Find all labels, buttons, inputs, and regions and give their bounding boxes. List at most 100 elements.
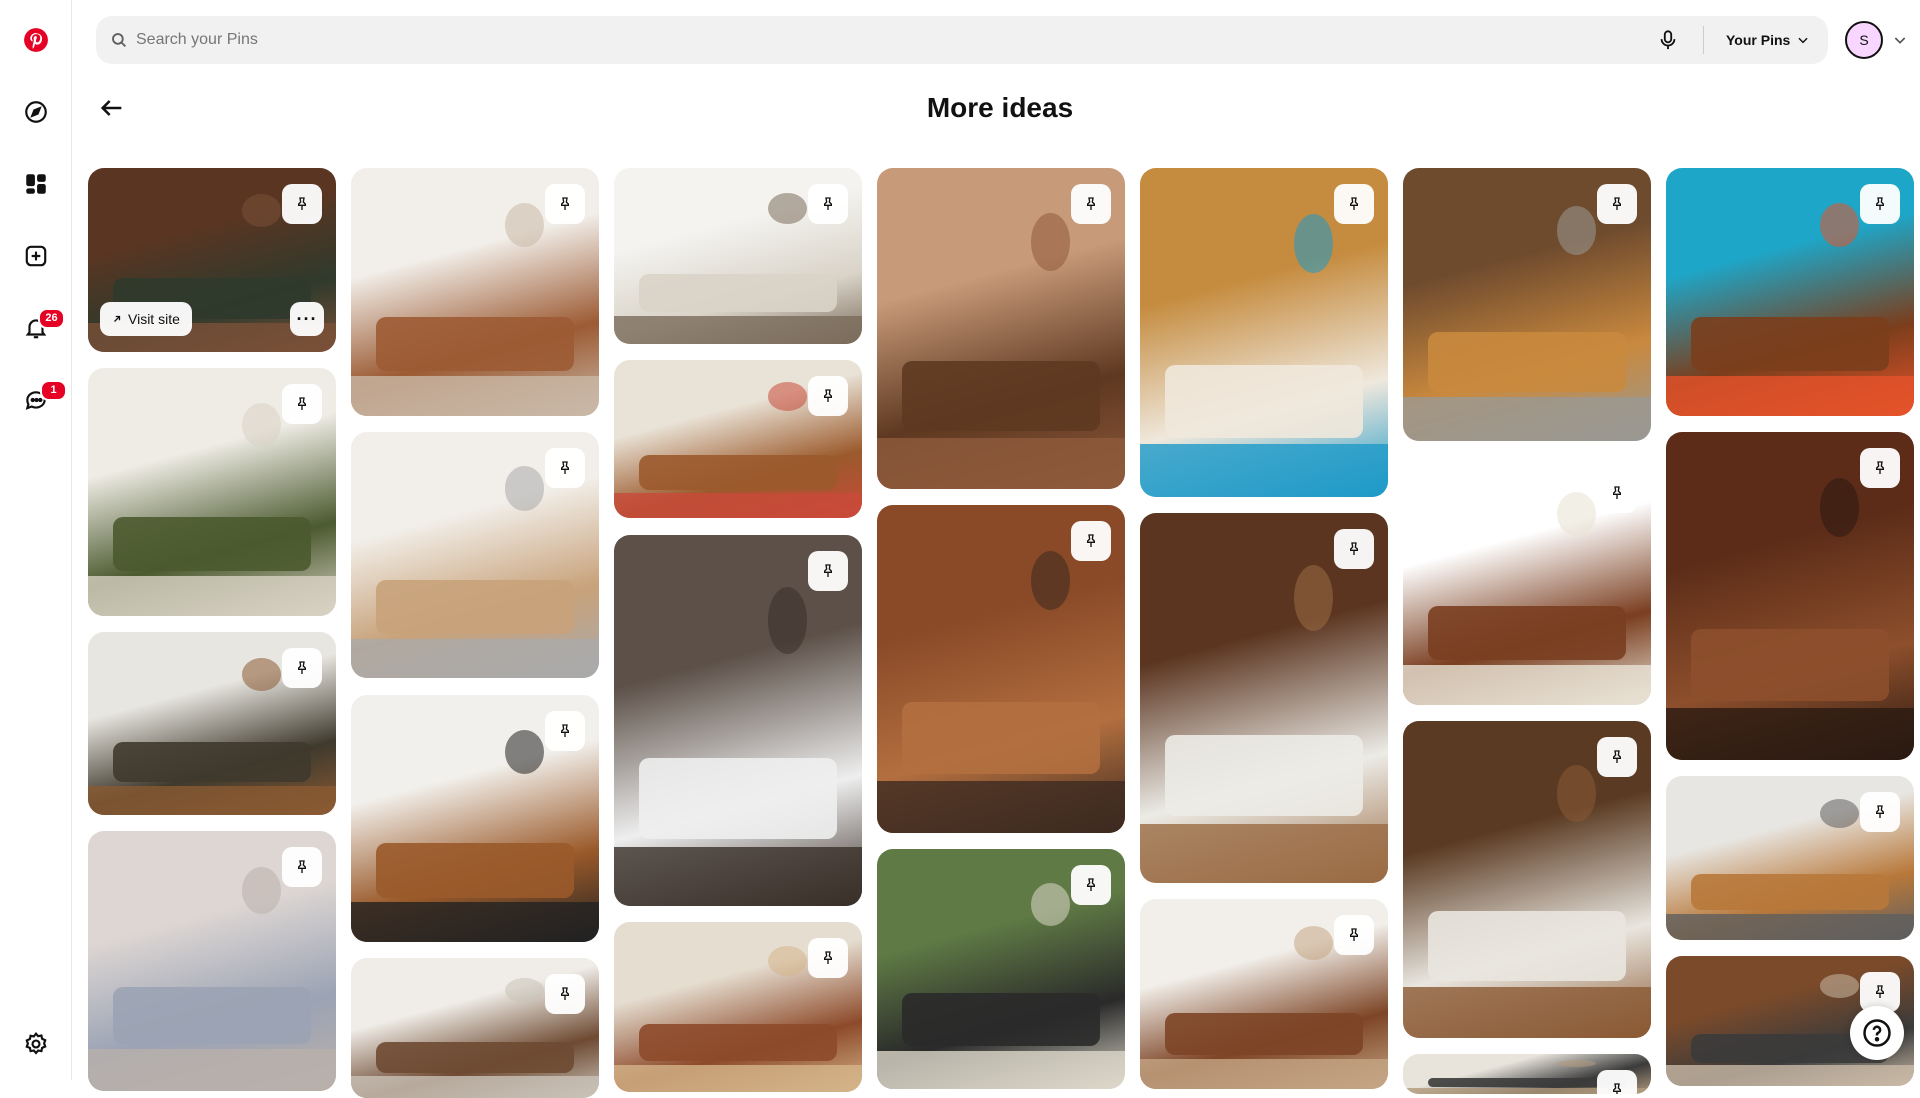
more-options-ellipsis-icon[interactable]: ··· [290,302,324,336]
boards-dashboard-icon[interactable] [12,160,60,208]
left-nav-rail: 26 1 [0,0,72,1080]
search-input[interactable] [136,16,1716,64]
pushpin-icon [1876,461,1884,474]
pin-card[interactable] [614,922,862,1092]
pushpin-icon [298,860,306,873]
search-divider [1703,26,1704,54]
pushpin-icon [298,661,306,674]
pin-card[interactable] [1140,168,1388,497]
page-title: More ideas [926,92,1074,123]
account-chevron-down-icon[interactable] [1892,32,1908,48]
pin-card[interactable] [877,849,1125,1089]
pin-card[interactable] [614,168,862,344]
pushpin-icon [1350,928,1358,941]
external-link-arrow-icon [114,315,121,322]
pushpin-icon [1876,805,1884,818]
save-pin-button[interactable] [808,184,848,224]
notifications-count-badge: 26 [38,308,65,329]
pushpin-icon [1613,750,1621,763]
pushpin-icon [561,987,569,1000]
pushpin-icon [824,564,832,577]
save-pin-button[interactable] [545,711,585,751]
save-pin-button[interactable] [808,938,848,978]
pushpin-icon [298,197,306,210]
search-icon [112,33,127,48]
save-pin-button[interactable] [282,847,322,887]
pin-card[interactable] [351,168,599,416]
pushpin-icon [1350,542,1358,555]
your-pins-dropdown[interactable]: Your Pins [1714,20,1822,60]
save-pin-button[interactable] [282,184,322,224]
pushpin-icon [561,724,569,737]
save-pin-button[interactable] [1597,737,1637,777]
pin-card[interactable] [1140,899,1388,1089]
save-pin-button[interactable] [545,448,585,488]
messages-chat-icon[interactable]: 1 [12,376,67,424]
save-pin-button[interactable] [808,551,848,591]
pushpin-icon [824,197,832,210]
notifications-bell-icon[interactable]: 26 [12,304,65,352]
pin-card[interactable] [1403,168,1651,441]
pushpin-icon [298,397,306,410]
save-pin-button[interactable] [1071,865,1111,905]
pushpin-icon [1613,1083,1621,1094]
pin-card[interactable] [351,432,599,678]
pinterest-logo-icon[interactable] [12,16,60,64]
save-pin-button[interactable] [545,184,585,224]
save-pin-button[interactable] [1597,1070,1637,1094]
search-bar[interactable]: Your Pins [96,16,1828,64]
pushpin-icon [1876,985,1884,998]
save-pin-button[interactable] [1860,448,1900,488]
pushpin-icon [561,461,569,474]
save-pin-button[interactable] [1334,915,1374,955]
pin-card[interactable] [1403,1054,1651,1094]
pin-card[interactable] [351,958,599,1098]
pin-card[interactable] [351,695,599,942]
pin-card[interactable] [1403,457,1651,705]
pushpin-icon [1350,197,1358,210]
save-pin-button[interactable] [1071,521,1111,561]
your-pins-label: Your Pins [1726,32,1791,48]
save-pin-button[interactable] [1334,184,1374,224]
chevron-down-icon [1798,37,1808,44]
visit-site-button[interactable]: Visit site [100,302,192,336]
pin-card[interactable] [1666,168,1914,416]
pushpin-icon [824,951,832,964]
pin-card[interactable] [877,505,1125,833]
avatar: S [1845,21,1883,59]
pin-card[interactable] [1403,721,1651,1038]
voice-search-microphone-icon[interactable] [1654,26,1682,54]
save-pin-button[interactable] [1597,184,1637,224]
pin-card[interactable] [877,168,1125,489]
save-pin-button[interactable] [1334,529,1374,569]
pushpin-icon [1613,486,1621,499]
profile-avatar-button[interactable]: S [1840,16,1888,64]
pushpin-icon [1613,197,1621,210]
save-pin-button[interactable] [808,376,848,416]
help-question-icon[interactable] [1850,1006,1904,1060]
visit-site-label: Visit site [128,311,180,327]
pushpin-icon [1087,197,1095,210]
pin-card[interactable] [614,360,862,518]
pin-card[interactable] [614,535,862,906]
messages-count-badge: 1 [40,380,67,401]
pin-card[interactable] [88,632,336,815]
pushpin-icon [1876,197,1884,210]
pin-card[interactable] [88,368,336,616]
create-plus-icon[interactable] [12,232,60,280]
pin-card[interactable] [1666,776,1914,940]
pushpin-icon [1087,878,1095,891]
save-pin-button[interactable] [545,974,585,1014]
save-pin-button[interactable] [1860,184,1900,224]
pin-card[interactable] [88,831,336,1091]
save-pin-button[interactable] [282,384,322,424]
save-pin-button[interactable] [1071,184,1111,224]
settings-gear-icon[interactable] [12,1020,60,1068]
save-pin-button[interactable] [1597,473,1637,513]
save-pin-button[interactable] [1860,792,1900,832]
pin-card[interactable] [1140,513,1388,883]
pushpin-icon [1087,534,1095,547]
pin-card[interactable] [1666,432,1914,760]
pin-card[interactable]: Visit site ··· [88,168,336,352]
save-pin-button[interactable] [282,648,322,688]
